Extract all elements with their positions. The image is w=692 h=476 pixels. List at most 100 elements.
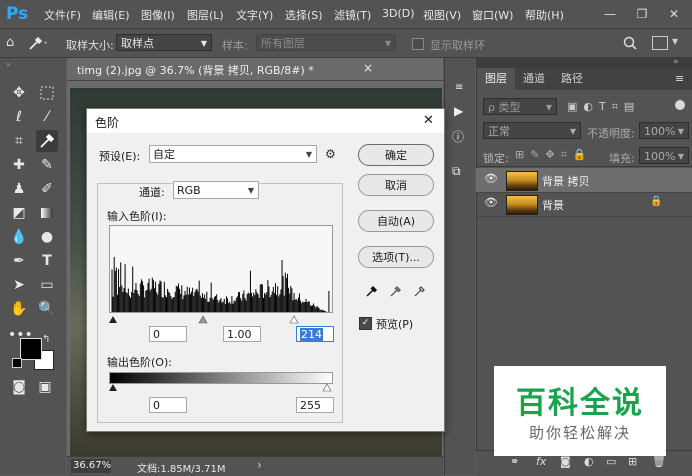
- preset-options-gear-icon[interactable]: ⚙: [325, 147, 336, 161]
- link-layers-icon[interactable]: ⚭: [510, 455, 519, 468]
- menu-layer[interactable]: 图层(L): [187, 7, 224, 23]
- new-group-icon[interactable]: ▭: [606, 455, 616, 468]
- fx-icon[interactable]: fx: [536, 455, 546, 468]
- gray-point-eyedropper-icon[interactable]: [388, 283, 404, 299]
- search-icon[interactable]: [622, 35, 638, 51]
- type-tool-icon[interactable]: T: [36, 250, 58, 272]
- blend-mode-select[interactable]: 正常 ▼: [483, 122, 581, 139]
- options-button[interactable]: 选项(T)...: [358, 246, 434, 268]
- layer-row-background-copy[interactable]: 👁 背景 拷贝: [476, 168, 692, 193]
- sample-size-select[interactable]: 取样点 ▼: [116, 34, 212, 51]
- gradient-tool-icon[interactable]: [36, 202, 58, 224]
- history-brush-tool-icon[interactable]: ✐: [36, 178, 58, 200]
- layer-name[interactable]: 背景: [542, 197, 564, 213]
- home-icon[interactable]: ⌂: [6, 35, 22, 51]
- minimize-button[interactable]: —: [600, 6, 620, 22]
- menu-help[interactable]: 帮助(H): [525, 7, 564, 23]
- default-colors-icon[interactable]: [12, 358, 22, 368]
- dialog-close-icon[interactable]: ✕: [423, 113, 434, 128]
- zoom-level[interactable]: 36.67%: [71, 459, 111, 473]
- lasso-tool-icon[interactable]: ℓ: [8, 106, 30, 128]
- output-highlight-handle[interactable]: [322, 383, 332, 392]
- tab-paths[interactable]: 路径: [553, 68, 591, 90]
- info-panel-icon[interactable]: ⓘ: [452, 128, 464, 145]
- stamp-tool-icon[interactable]: ♟: [8, 178, 30, 200]
- zoom-tool-icon[interactable]: 🔍: [36, 298, 58, 320]
- close-tab-icon[interactable]: ×: [363, 61, 373, 75]
- new-layer-icon[interactable]: ⊞: [628, 455, 637, 468]
- cancel-button[interactable]: 取消: [358, 174, 434, 196]
- swap-colors-icon[interactable]: ↰: [42, 334, 50, 345]
- input-highlight-field[interactable]: 214: [296, 326, 334, 342]
- menu-edit[interactable]: 编辑(E): [92, 7, 130, 23]
- panel-menu-icon[interactable]: ≡: [675, 72, 684, 85]
- sample-select[interactable]: 所有图层 ▼: [256, 34, 396, 51]
- history-panel-icon[interactable]: ⧉: [452, 164, 461, 179]
- output-shadow-field[interactable]: 0: [149, 397, 187, 413]
- healing-tool-icon[interactable]: ✚: [8, 154, 30, 176]
- adjustment-layer-icon[interactable]: ◐: [584, 455, 594, 468]
- expand-panels-icon[interactable]: ≡: [455, 82, 463, 93]
- quick-mask-icon[interactable]: ◙: [8, 376, 30, 398]
- channel-select[interactable]: RGB ▼: [173, 181, 259, 199]
- status-menu-arrow-icon[interactable]: ›: [257, 458, 262, 472]
- marquee-tool-icon[interactable]: [36, 82, 58, 104]
- auto-button[interactable]: 自动(A): [358, 210, 434, 232]
- fill-input[interactable]: 100% ▼: [639, 147, 689, 164]
- input-midtone-field[interactable]: 1.00: [223, 326, 261, 342]
- menu-type[interactable]: 文字(Y): [236, 7, 273, 23]
- dialog-titlebar[interactable]: 色阶 ✕: [87, 109, 444, 133]
- tab-channels[interactable]: 通道: [515, 68, 553, 90]
- document-tab[interactable]: timg (2).jpg @ 36.7% (背景 拷贝, RGB/8#) * ×: [67, 58, 443, 81]
- screen-mode-icon[interactable]: ▣: [34, 376, 56, 398]
- blur-tool-icon[interactable]: 💧: [8, 226, 30, 248]
- foreground-color-swatch[interactable]: [20, 338, 42, 360]
- menu-3d[interactable]: 3D(D): [382, 7, 415, 20]
- show-ring-checkbox[interactable]: [412, 38, 424, 50]
- filter-icons[interactable]: ▣◐T⌗▤: [567, 100, 640, 114]
- lock-icons[interactable]: ⊞✎✥⌗🔒: [515, 148, 593, 162]
- visibility-eye-icon[interactable]: 👁: [484, 196, 498, 209]
- chevron-down-icon[interactable]: ▼: [672, 37, 678, 46]
- menu-view[interactable]: 视图(V): [423, 7, 461, 23]
- path-selection-tool-icon[interactable]: ➤: [8, 274, 30, 296]
- white-point-eyedropper-icon[interactable]: [412, 283, 428, 299]
- menu-file[interactable]: 文件(F): [44, 7, 81, 23]
- visibility-eye-icon[interactable]: 👁: [484, 172, 498, 185]
- brush-tool-icon[interactable]: ✎: [36, 154, 58, 176]
- layer-filter-select[interactable]: ρ 类型 ▼: [483, 98, 557, 115]
- collapse-icon[interactable]: »: [6, 60, 11, 69]
- close-window-button[interactable]: ✕: [664, 6, 684, 22]
- highlight-slider-handle[interactable]: [289, 315, 299, 324]
- menu-image[interactable]: 图像(I): [141, 7, 175, 23]
- layer-row-background[interactable]: 👁 背景 🔒: [476, 192, 692, 217]
- menu-window[interactable]: 窗口(W): [472, 7, 513, 23]
- midtone-slider-handle[interactable]: [198, 315, 208, 324]
- dodge-tool-icon[interactable]: ●: [36, 226, 58, 248]
- preview-checkbox[interactable]: ✓: [359, 317, 372, 330]
- add-mask-icon[interactable]: ◙: [560, 455, 571, 468]
- menu-filter[interactable]: 滤镜(T): [334, 7, 371, 23]
- trash-icon[interactable]: 🗑: [652, 455, 666, 468]
- filter-toggle-icon[interactable]: [675, 100, 685, 110]
- crop-tool-icon[interactable]: ⌗: [8, 130, 30, 152]
- opacity-input[interactable]: 100% ▼: [639, 122, 689, 139]
- output-highlight-field[interactable]: 255: [296, 397, 334, 413]
- output-shadow-handle[interactable]: [109, 384, 117, 391]
- eraser-tool-icon[interactable]: ◩: [8, 202, 30, 224]
- eyedropper-tool-icon[interactable]: [36, 130, 58, 152]
- input-shadow-field[interactable]: 0: [149, 326, 187, 342]
- workspace-icon[interactable]: [652, 36, 668, 50]
- play-action-icon[interactable]: ▶: [454, 104, 463, 118]
- magic-wand-tool-icon[interactable]: ⁄: [36, 106, 58, 128]
- menu-select[interactable]: 选择(S): [285, 7, 323, 23]
- eyedropper-preset-icon[interactable]: [26, 34, 50, 52]
- restore-button[interactable]: ❐: [632, 6, 652, 22]
- shape-tool-icon[interactable]: ▭: [36, 274, 58, 296]
- output-slider-track[interactable]: [107, 382, 333, 392]
- hand-tool-icon[interactable]: ✋: [8, 298, 30, 320]
- black-point-eyedropper-icon[interactable]: [364, 283, 380, 299]
- collapse-panel-icon[interactable]: »: [673, 57, 679, 67]
- ok-button[interactable]: 确定: [358, 144, 434, 166]
- shadow-slider-handle[interactable]: [109, 316, 117, 323]
